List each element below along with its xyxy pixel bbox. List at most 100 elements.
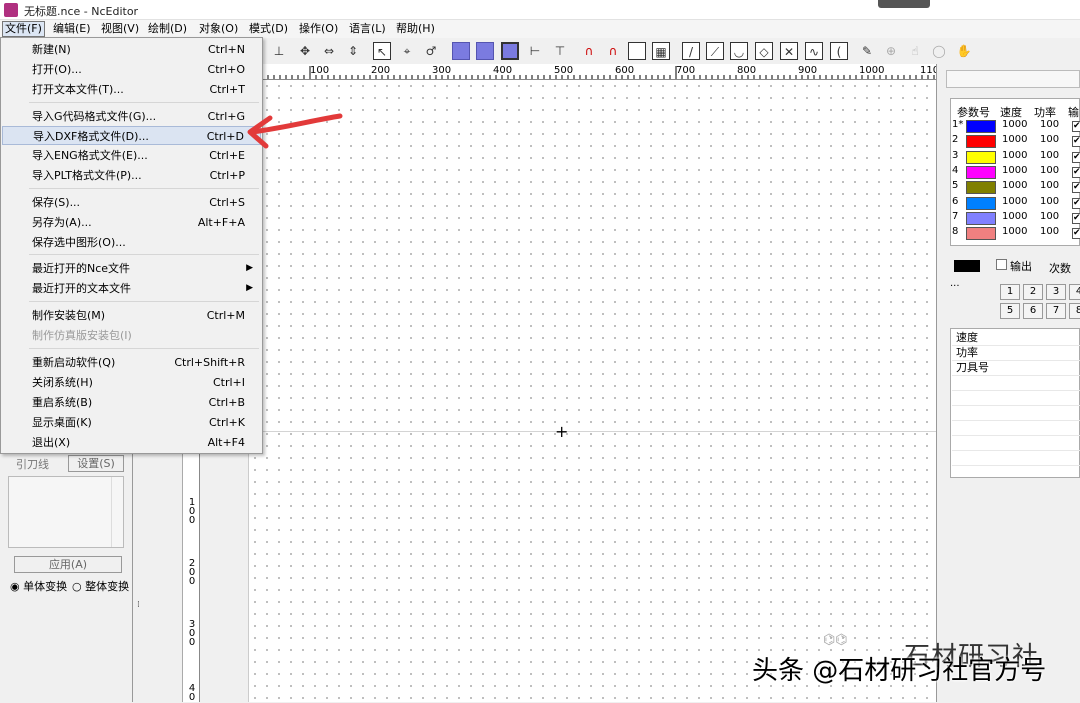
start-point-icon[interactable]: ♂ bbox=[422, 42, 440, 60]
curve-tool-icon[interactable]: ∿ bbox=[805, 42, 823, 60]
property-power[interactable]: 功率 bbox=[952, 346, 1080, 361]
menu-make-installer[interactable]: 制作安装包(M) Ctrl+M bbox=[2, 306, 261, 325]
property-empty-row[interactable] bbox=[952, 451, 1080, 466]
menu-import-plt[interactable]: 导入PLT格式文件(P)... Ctrl+P bbox=[2, 166, 261, 185]
param-row[interactable]: 3 1000 100 ✔ bbox=[952, 150, 1080, 165]
fill-color-icon[interactable] bbox=[452, 42, 470, 60]
line-tool-icon[interactable]: / bbox=[682, 42, 700, 60]
menu-save-as[interactable]: 另存为(A)... Alt+F+A bbox=[2, 213, 261, 232]
param-output-checkbox[interactable]: ✔ bbox=[1072, 166, 1080, 178]
param-row[interactable]: 6 1000 100 ✔ bbox=[952, 196, 1080, 211]
single-transform-radio[interactable]: ◉ 单体变换 bbox=[10, 578, 67, 594]
pass-button-4[interactable]: 4 bbox=[1069, 284, 1080, 300]
whole-transform-radio[interactable]: ○ 整体变换 bbox=[72, 578, 129, 594]
property-empty-row[interactable] bbox=[952, 406, 1080, 421]
height-dimension-icon[interactable]: ⊤ bbox=[551, 42, 569, 60]
menu-import-dxf[interactable]: 导入DXF格式文件(D)... Ctrl+D bbox=[2, 126, 261, 145]
param-row[interactable]: 7 1000 100 ✔ bbox=[952, 211, 1080, 226]
pass-button-3[interactable]: 3 bbox=[1046, 284, 1066, 300]
menu-exit[interactable]: 退出(X) Alt+F4 bbox=[2, 433, 261, 452]
magnet-icon[interactable]: ∩ bbox=[580, 42, 598, 60]
menu-draw[interactable]: 绘制(D) bbox=[146, 21, 189, 37]
menu-language[interactable]: 语言(L) bbox=[347, 21, 388, 37]
param-output-checkbox[interactable]: ✔ bbox=[1072, 136, 1080, 148]
param-row[interactable]: 4 1000 100 ✔ bbox=[952, 165, 1080, 180]
param-color-swatch[interactable] bbox=[966, 181, 996, 195]
param-row[interactable]: 1* 1000 100 ✔ bbox=[952, 119, 1080, 134]
pass-button-6[interactable]: 6 bbox=[1023, 303, 1043, 319]
move-cross-icon[interactable]: ✥ bbox=[296, 42, 314, 60]
target-icon[interactable]: ⊕ bbox=[882, 42, 900, 60]
menu-file[interactable]: 文件(F) bbox=[2, 21, 45, 37]
property-tool-number[interactable]: 刀具号 bbox=[952, 361, 1080, 376]
output-checkbox[interactable] bbox=[996, 259, 1007, 270]
menu-view[interactable]: 视图(V) bbox=[99, 21, 141, 37]
rectangle-tool-icon[interactable] bbox=[628, 42, 646, 60]
menu-save[interactable]: 保存(S)... Ctrl+S bbox=[2, 193, 261, 212]
param-row[interactable]: 2 1000 100 ✔ bbox=[952, 134, 1080, 149]
param-color-swatch[interactable] bbox=[966, 165, 996, 179]
menu-object[interactable]: 对象(O) bbox=[197, 21, 240, 37]
horizontal-arrows-icon[interactable]: ⇔ bbox=[320, 42, 338, 60]
param-color-swatch[interactable] bbox=[966, 150, 996, 164]
menu-show-desktop[interactable]: 显示桌面(K) Ctrl+K bbox=[2, 413, 261, 432]
drawing-canvas[interactable] bbox=[248, 80, 936, 702]
param-output-checkbox[interactable]: ✔ bbox=[1072, 197, 1080, 209]
settings-button[interactable]: 设置(S) bbox=[68, 455, 124, 472]
param-output-checkbox[interactable]: ✔ bbox=[1072, 212, 1080, 224]
polyline-tool-icon[interactable]: ⟋ bbox=[706, 42, 724, 60]
current-color-swatch[interactable] bbox=[954, 260, 980, 272]
param-color-swatch[interactable] bbox=[966, 135, 996, 149]
pass-button-8[interactable]: 8 bbox=[1069, 303, 1080, 319]
property-empty-row[interactable] bbox=[952, 421, 1080, 436]
stroke-color-icon[interactable] bbox=[476, 42, 494, 60]
menu-recent-text[interactable]: 最近打开的文本文件 ▶ bbox=[2, 279, 261, 298]
menu-recent-nce[interactable]: 最近打开的Nce文件 ▶ bbox=[2, 259, 261, 278]
menu-shutdown[interactable]: 关闭系统(H) Ctrl+I bbox=[2, 373, 261, 392]
panel-tab-strip[interactable] bbox=[946, 70, 1080, 88]
pan-hand-icon[interactable]: ✋ bbox=[955, 42, 973, 60]
menu-save-selection[interactable]: 保存选中图形(O)... bbox=[2, 233, 261, 252]
param-row[interactable]: 8 1000 100 ✔ bbox=[952, 226, 1080, 241]
node-edit-icon[interactable]: ⌖ bbox=[398, 42, 416, 60]
pen-icon[interactable]: ✎ bbox=[858, 42, 876, 60]
select-cursor-icon[interactable]: ↖ bbox=[373, 42, 391, 60]
param-color-swatch[interactable] bbox=[966, 120, 996, 133]
pass-button-7[interactable]: 7 bbox=[1046, 303, 1066, 319]
param-output-checkbox[interactable]: ✔ bbox=[1072, 121, 1080, 132]
menu-edit[interactable]: 编辑(E) bbox=[51, 21, 93, 37]
param-output-checkbox[interactable]: ✔ bbox=[1072, 151, 1080, 163]
zoom-icon[interactable]: ◯ bbox=[930, 42, 948, 60]
menu-import-eng[interactable]: 导入ENG格式文件(E)... Ctrl+E bbox=[2, 146, 261, 165]
menu-import-gcode[interactable]: 导入G代码格式文件(G)... Ctrl+G bbox=[2, 107, 261, 126]
property-empty-row[interactable] bbox=[952, 391, 1080, 406]
param-color-swatch[interactable] bbox=[966, 196, 996, 210]
property-empty-row[interactable] bbox=[952, 436, 1080, 451]
lead-line-list[interactable] bbox=[8, 476, 124, 548]
param-output-checkbox[interactable]: ✔ bbox=[1072, 228, 1080, 240]
bracket-tool-icon[interactable]: ( bbox=[830, 42, 848, 60]
pass-button-2[interactable]: 2 bbox=[1023, 284, 1043, 300]
menu-new[interactable]: 新建(N) Ctrl+N bbox=[2, 40, 261, 59]
arc-tool-icon[interactable]: ◡ bbox=[730, 42, 748, 60]
grid-tool-icon[interactable]: ▦ bbox=[652, 42, 670, 60]
menu-restart-software[interactable]: 重新启动软件(Q) Ctrl+Shift+R bbox=[2, 353, 261, 372]
splitter-grip[interactable]: ⁞ bbox=[137, 600, 140, 610]
menu-open-text[interactable]: 打开文本文件(T)... Ctrl+T bbox=[2, 80, 261, 99]
param-output-checkbox[interactable]: ✔ bbox=[1072, 182, 1080, 194]
ellipse-tool-icon[interactable]: ◇ bbox=[755, 42, 773, 60]
vertical-arrows-icon[interactable]: ⇕ bbox=[344, 42, 362, 60]
property-empty-row[interactable] bbox=[952, 376, 1080, 391]
outline-color-icon[interactable] bbox=[501, 42, 519, 60]
list-scrollbar[interactable] bbox=[111, 477, 123, 547]
property-speed[interactable]: 速度 bbox=[952, 331, 1080, 346]
hand-point-icon[interactable]: ☝ bbox=[906, 42, 924, 60]
param-color-swatch[interactable] bbox=[966, 227, 996, 241]
magnet-off-icon[interactable]: ∩ bbox=[604, 42, 622, 60]
apply-button[interactable]: 应用(A) bbox=[14, 556, 122, 573]
width-dimension-icon[interactable]: ⊢ bbox=[526, 42, 544, 60]
menu-open[interactable]: 打开(O)... Ctrl+O bbox=[2, 60, 261, 79]
menu-operate[interactable]: 操作(O) bbox=[297, 21, 340, 37]
menu-mode[interactable]: 模式(D) bbox=[247, 21, 290, 37]
right-splitter[interactable] bbox=[936, 64, 946, 702]
